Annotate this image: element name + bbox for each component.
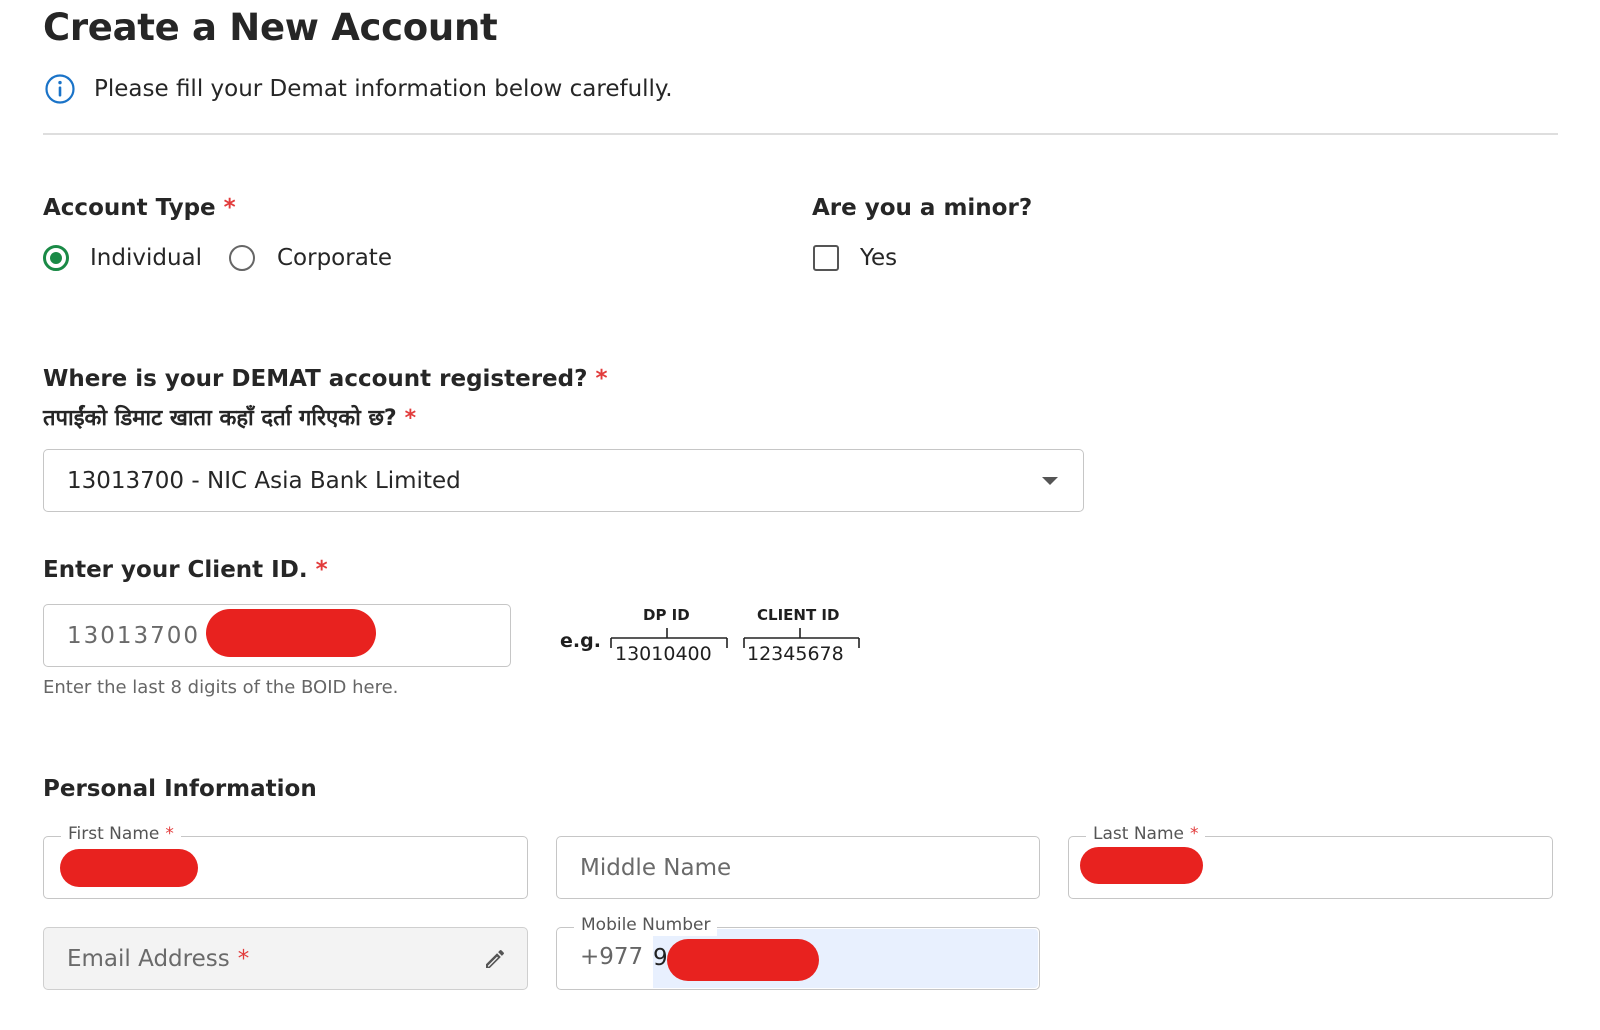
required-marker: * [1189, 824, 1199, 844]
first-name-label: First Name * [61, 823, 181, 845]
divider [43, 133, 1558, 135]
mobile-number-field[interactable]: Mobile Number +977 9 [556, 914, 1040, 990]
middle-name-field[interactable]: Middle Name [556, 836, 1040, 899]
email-field[interactable]: Email Address * [43, 927, 528, 990]
last-name-label: Last Name * [1086, 823, 1206, 845]
chevron-down-icon [1042, 477, 1058, 485]
last-name-field[interactable]: Last Name * [1068, 823, 1553, 899]
required-marker: * [404, 406, 417, 431]
required-marker: * [165, 824, 174, 844]
radio-corporate[interactable]: Corporate [229, 245, 392, 271]
radio-selected-icon [43, 245, 69, 271]
required-marker: * [237, 945, 250, 972]
redaction-mark [1080, 847, 1203, 884]
middle-name-placeholder: Middle Name [580, 854, 732, 881]
demat-label-np: तपाईंको डिमाट खाता कहाँ दर्ता गरिएको छ? * [43, 406, 417, 431]
first-name-field[interactable]: First Name * [43, 823, 528, 899]
minor-checkbox[interactable]: Yes [813, 245, 897, 271]
required-marker: * [223, 195, 236, 221]
demat-select-value: 13013700 - NIC Asia Bank Limited [67, 467, 461, 494]
client-id-input[interactable]: 13013700 [43, 604, 511, 667]
redaction-mark [60, 849, 198, 887]
redaction-mark [206, 609, 376, 657]
radio-unselected-icon [229, 245, 255, 271]
page-title: Create a New Account [43, 6, 498, 49]
minor-label: Are you a minor? [812, 195, 1033, 221]
radio-individual[interactable]: Individual [43, 245, 202, 271]
redaction-mark [667, 939, 819, 981]
example-dp-value: 13010400 [615, 643, 712, 665]
mobile-visible-digit: 9 [653, 945, 668, 971]
pencil-edit-icon[interactable] [483, 947, 507, 971]
required-marker: * [315, 557, 328, 583]
checkbox-icon [813, 245, 839, 271]
info-message: Please fill your Demat information below… [44, 72, 673, 106]
info-icon [45, 74, 75, 104]
client-id-example: e.g. DP ID CLIENT ID 13010400 12345678 [560, 604, 870, 674]
radio-individual-label: Individual [90, 245, 203, 271]
account-type-label: Account Type * [43, 195, 236, 221]
client-id-hint: Enter the last 8 digits of the BOID here… [43, 677, 399, 698]
example-client-value: 12345678 [747, 643, 844, 665]
mobile-prefix: +977 [580, 944, 644, 970]
required-marker: * [595, 366, 608, 392]
client-id-label: Enter your Client ID. * [43, 557, 328, 583]
info-text: Please fill your Demat information below… [94, 76, 673, 102]
mobile-number-label: Mobile Number [574, 914, 718, 936]
client-id-prefix: 13013700 [67, 622, 201, 649]
demat-label-en: Where is your DEMAT account registered? * [43, 366, 608, 392]
personal-info-heading: Personal Information [43, 776, 317, 802]
radio-corporate-label: Corporate [277, 245, 392, 271]
demat-select[interactable]: 13013700 - NIC Asia Bank Limited [43, 449, 1084, 512]
minor-checkbox-label: Yes [860, 245, 898, 271]
email-placeholder: Email Address [67, 945, 230, 972]
